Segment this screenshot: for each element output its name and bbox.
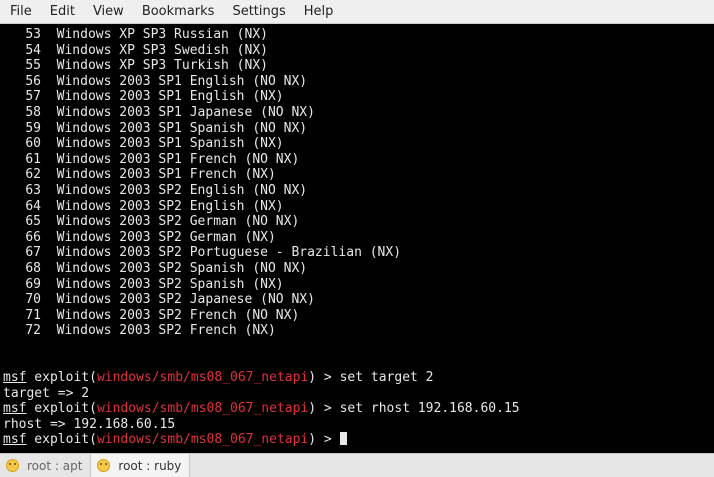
target-row: 69 Windows 2003 SP2 Spanish (NX) [3,276,284,293]
session-tab-bar: root : apt root : ruby [0,453,714,477]
prompt-line-3[interactable]: msf exploit(windows/smb/ms08_067_netapi)… [3,432,347,448]
menu-bar: File Edit View Bookmarks Settings Help [0,0,714,24]
target-number: 58 [25,105,41,120]
exploit-label: exploit( [26,432,97,447]
target-name: Windows 2003 SP1 Japanese (NO NX) [56,105,315,120]
module-path: windows/smb/ms08_067_netapi [96,401,309,416]
tab-root-apt[interactable]: root : apt [0,454,92,477]
target-name: Windows 2003 SP2 German (NO NX) [56,214,300,230]
target-row: 72 Windows 2003 SP2 French (NX) [3,323,276,339]
smiley-icon [6,459,19,472]
target-row: 68 Windows 2003 SP2 Spanish (NO NX) [3,261,307,277]
prompt-close: ) > [308,432,340,447]
menu-bookmarks[interactable]: Bookmarks [133,0,224,24]
prompt-line-1: msf exploit(windows/smb/ms08_067_netapi)… [3,370,434,386]
target-number: 65 [25,214,41,230]
menu-help[interactable]: Help [295,0,343,24]
prompt-line-2: msf exploit(windows/smb/ms08_067_netapi)… [3,401,520,417]
target-name: Windows 2003 SP2 French (NO NX) [56,307,300,323]
target-number: 63 [25,183,41,198]
target-number: 59 [25,120,41,136]
target-name: Windows 2003 SP2 French (NX) [56,323,276,339]
target-row: 66 Windows 2003 SP2 German (NX) [3,229,276,246]
tab-root-ruby[interactable]: root : ruby [91,454,191,477]
prompt-close: ) > [308,401,340,416]
target-row: 53 Windows XP SP3 Russian (NX) [3,27,268,43]
module-path: windows/smb/ms08_067_netapi [96,432,309,447]
target-name: Windows 2003 SP1 English (NO NX) [56,73,308,89]
smiley-icon [97,459,111,472]
text-cursor [339,432,347,445]
module-path: windows/smb/ms08_067_netapi [96,370,309,385]
menu-settings[interactable]: Settings [223,0,294,24]
exploit-label: exploit( [26,370,97,385]
target-row: 56 Windows 2003 SP1 English (NO NX) [3,74,307,90]
target-row: 55 Windows XP SP3 Turkish (NX) [3,58,268,74]
target-name: Windows 2003 SP2 English (NX) [56,198,284,214]
target-name: Windows 2003 SP1 French (NO NX) [56,151,300,167]
target-row: 60 Windows 2003 SP1 Spanish (NX) [3,136,284,152]
menu-view[interactable]: View [84,0,133,24]
target-row: 64 Windows 2003 SP2 English (NX) [3,198,284,215]
target-number: 54 [25,42,41,58]
tab-label: root : apt [27,458,83,473]
target-row: 57 Windows 2003 SP1 English (NX) [3,89,284,105]
target-name: Windows 2003 SP2 Spanish (NO NX) [56,261,308,276]
target-number: 61 [25,151,41,167]
target-name: Windows 2003 SP2 Japanese (NO NX) [56,292,315,308]
output-line-1: target => 2 [3,386,90,401]
target-number: 56 [25,73,41,89]
target-name: Windows XP SP3 Turkish (NX) [56,58,268,74]
target-name: Windows 2003 SP1 Spanish (NX) [56,136,284,152]
target-number: 64 [25,198,41,214]
target-name: Windows XP SP3 Russian (NX) [56,27,268,42]
target-name: Windows 2003 SP2 Portuguese - Brazilian … [56,245,402,261]
target-number: 62 [25,167,41,183]
target-row: 63 Windows 2003 SP2 English (NO NX) [3,183,307,199]
target-row: 54 Windows XP SP3 Swedish (NX) [3,43,268,59]
menu-edit[interactable]: Edit [41,0,84,24]
target-number: 72 [25,323,41,339]
target-row: 58 Windows 2003 SP1 Japanese (NO NX) [3,105,315,121]
target-row: 70 Windows 2003 SP2 Japanese (NO NX) [3,292,315,308]
target-number: 71 [25,307,41,323]
target-name: Windows 2003 SP2 German (NX) [56,229,276,245]
menu-file[interactable]: File [0,0,41,24]
target-row: 71 Windows 2003 SP2 French (NO NX) [3,308,299,324]
msf-prompt: msf [3,432,27,447]
output-line-2: rhost => 192.168.60.15 [3,417,176,432]
target-number: 70 [25,292,41,308]
target-number: 53 [25,27,41,42]
target-row: 62 Windows 2003 SP1 French (NX) [3,167,276,183]
target-number: 69 [25,276,41,292]
target-name: Windows XP SP3 Swedish (NX) [56,42,268,58]
target-row: 65 Windows 2003 SP2 German (NO NX) [3,214,299,230]
command-text: set rhost 192.168.60.15 [339,401,520,416]
target-number: 60 [25,136,41,152]
msf-prompt: msf [3,401,27,416]
target-name: Windows 2003 SP1 French (NX) [56,167,276,183]
terminal-output[interactable]: 53 Windows XP SP3 Russian (NX) 54 Windows… [0,24,714,453]
tab-label: root : ruby [118,458,182,473]
target-name: Windows 2003 SP2 Spanish (NX) [56,276,284,292]
target-number: 68 [25,261,41,276]
target-name: Windows 2003 SP1 Spanish (NO NX) [56,120,308,136]
exploit-label: exploit( [26,401,97,416]
target-row: 61 Windows 2003 SP1 French (NO NX) [3,152,299,168]
target-name: Windows 2003 SP1 English (NX) [56,89,284,105]
target-number: 66 [25,229,41,245]
target-number: 67 [25,245,41,261]
target-name: Windows 2003 SP2 English (NO NX) [56,183,308,198]
target-row: 67 Windows 2003 SP2 Portuguese - Brazili… [3,245,401,261]
command-text: set target 2 [339,370,434,385]
msf-prompt: msf [3,370,27,385]
target-number: 57 [25,89,41,105]
target-row: 59 Windows 2003 SP1 Spanish (NO NX) [3,121,307,137]
target-number: 55 [25,58,41,74]
prompt-close: ) > [308,370,340,385]
